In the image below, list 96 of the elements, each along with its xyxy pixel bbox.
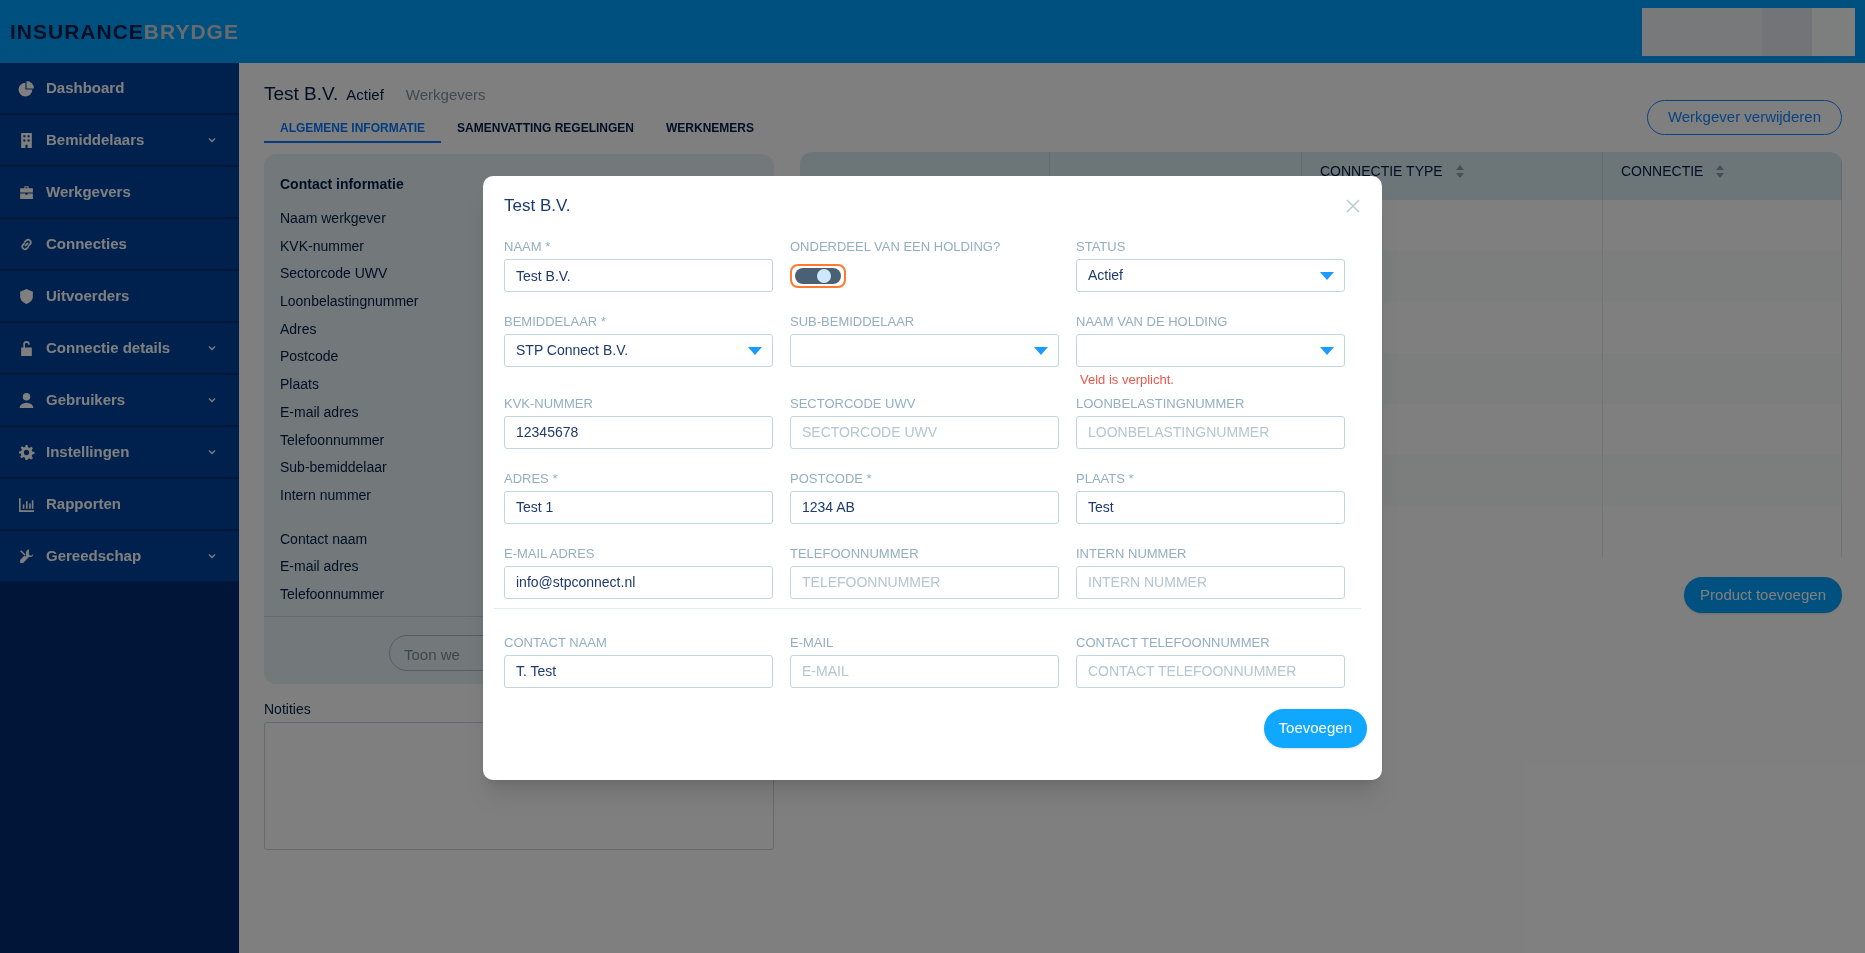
sidebar-item[interactable]: Rapporten: [0, 479, 239, 531]
field-label: Telefoonnummer: [280, 584, 385, 604]
field-label: KVK-NUMMER: [504, 394, 594, 411]
field-label: NAAM VAN DE HOLDING: [1076, 313, 1229, 329]
field-label: Telefoonnummer: [280, 430, 385, 450]
input-field[interactable]: SECTORCODE UWV: [790, 415, 1059, 449]
input-field[interactable]: Test B.V.: [504, 259, 773, 292]
breadcrumb-link[interactable]: Werkgevers: [405, 84, 486, 107]
chevron-icon: [207, 395, 217, 405]
error-message: Veld is verplicht.: [1079, 371, 1175, 389]
field-label: INTERN NUMMER: [1076, 544, 1188, 561]
sort-icon: [1454, 163, 1465, 179]
input-field[interactable]: INTERN NUMMER: [1076, 565, 1345, 599]
dropdown-field[interactable]: [790, 334, 1059, 367]
logo-text: BRYDGE: [143, 18, 239, 45]
sidebar-item[interactable]: Connectie details: [0, 323, 239, 375]
field-label: Naam werkgever: [280, 209, 386, 228]
input-field[interactable]: E-MAIL: [790, 654, 1059, 688]
modal-title: Test B.V.: [504, 195, 571, 218]
caret-icon: [748, 346, 762, 355]
sidebar-item[interactable]: Gebruikers: [0, 375, 239, 427]
add-button[interactable]: Toevoegen: [1263, 708, 1367, 748]
field-label: BEMIDDELAAR *: [504, 313, 607, 329]
sidebar-item[interactable]: Gereedschap: [0, 531, 239, 583]
input-field[interactable]: Test 1: [504, 490, 773, 524]
input-field[interactable]: LOONBELASTINGNUMMER: [1076, 415, 1345, 449]
input-field[interactable]: 1234 AB: [790, 490, 1059, 524]
field-label: NAAM *: [504, 238, 552, 254]
shield-icon: [18, 287, 35, 305]
input-field[interactable]: CONTACT TELEFOONNUMMER: [1076, 654, 1345, 688]
dropdown-field[interactable]: [1076, 334, 1345, 367]
notes-label: Notities: [264, 700, 312, 719]
input-field[interactable]: info@stpconnect.nl: [504, 565, 773, 599]
dropdown-field[interactable]: STP Connect B.V.: [504, 334, 773, 367]
field-label: Loonbelastingnummer: [280, 292, 419, 312]
close-button[interactable]: [1345, 198, 1361, 214]
field-label: TELEFOONNUMMER: [790, 544, 920, 561]
input-field[interactable]: TELEFOONNUMMER: [790, 565, 1059, 599]
caret-icon: [1034, 346, 1048, 355]
padlock-icon: [18, 339, 35, 357]
field-label: STATUS: [1076, 238, 1127, 254]
field-label: ONDERDEEL VAN EEN HOLDING?: [790, 238, 1002, 254]
field-label: E-MAIL: [790, 633, 835, 650]
field-label: Postcode: [280, 347, 339, 367]
sidebar-item[interactable]: Instellingen: [0, 427, 239, 479]
user-icon: [18, 391, 35, 409]
field-label: E-mail adres: [280, 402, 359, 422]
dropdown-field[interactable]: Actief: [1076, 259, 1345, 292]
field-label: Adres: [280, 319, 317, 339]
field-label: Plaats: [280, 375, 319, 395]
pie-chart-icon: [18, 79, 35, 97]
sidebar-item[interactable]: Dashboard: [0, 63, 239, 115]
chevron-icon: [207, 447, 217, 457]
field-label: Intern nummer: [280, 485, 372, 505]
field-label: SECTORCODE UWV: [790, 394, 917, 411]
page-title: Test B.V.: [264, 82, 339, 106]
card-heading: Contact informatie: [280, 175, 404, 194]
chevron-icon: [207, 551, 217, 561]
column-header[interactable]: CONNECTIE: [1621, 160, 1704, 182]
field-label: Contact naam: [280, 529, 368, 549]
toggle-switch[interactable]: [790, 263, 846, 288]
sidebar-item[interactable]: Werkgevers: [0, 167, 239, 219]
close-icon: [1345, 198, 1361, 214]
building-icon: [18, 131, 35, 149]
bar-chart-icon: [18, 495, 35, 513]
settings-icon: [18, 443, 35, 461]
field-label: ADRES *: [504, 469, 559, 486]
input-field[interactable]: T. Test: [504, 654, 773, 688]
chevron-icon: [207, 135, 217, 145]
field-label: POSTCODE *: [790, 469, 873, 486]
sidebar-item[interactable]: Uitvoerders: [0, 271, 239, 323]
caret-icon: [1320, 346, 1334, 355]
chevron-icon: [207, 343, 217, 353]
field-label: Sectorcode UWV: [280, 264, 388, 284]
sidebar-item[interactable]: Connecties: [0, 219, 239, 271]
field-label: Sub-bemiddelaar: [280, 458, 387, 478]
input-field[interactable]: 12345678: [504, 415, 773, 449]
add-product-button[interactable]: Product toevoegen: [1684, 577, 1842, 613]
logo-text: INSURANCE: [10, 18, 144, 45]
field-label: KVK-nummer: [280, 236, 365, 256]
field-label: E-mail adres: [280, 557, 359, 577]
status-text: Actief: [346, 85, 384, 105]
field-label: E-MAIL ADRES: [504, 544, 596, 561]
tab[interactable]: ALGEMENE INFORMATIE: [264, 117, 442, 143]
briefcase-icon: [18, 183, 35, 201]
caret-icon: [1320, 271, 1334, 280]
sort-icon: [1715, 163, 1726, 179]
field-label: PLAATS *: [1076, 469, 1135, 486]
tools-icon: [18, 547, 35, 565]
sidebar-item[interactable]: Bemiddelaars: [0, 115, 239, 167]
input-field[interactable]: Test: [1076, 490, 1345, 524]
field-label: SUB-BEMIDDELAAR: [790, 313, 916, 329]
tab[interactable]: SAMENVATTING REGELINGEN: [441, 117, 650, 143]
field-label: CONTACT TELEFOONNUMMER: [1076, 633, 1271, 650]
tab[interactable]: WERKNEMERS: [650, 117, 771, 143]
field-label: LOONBELASTINGNUMMER: [1076, 394, 1246, 411]
